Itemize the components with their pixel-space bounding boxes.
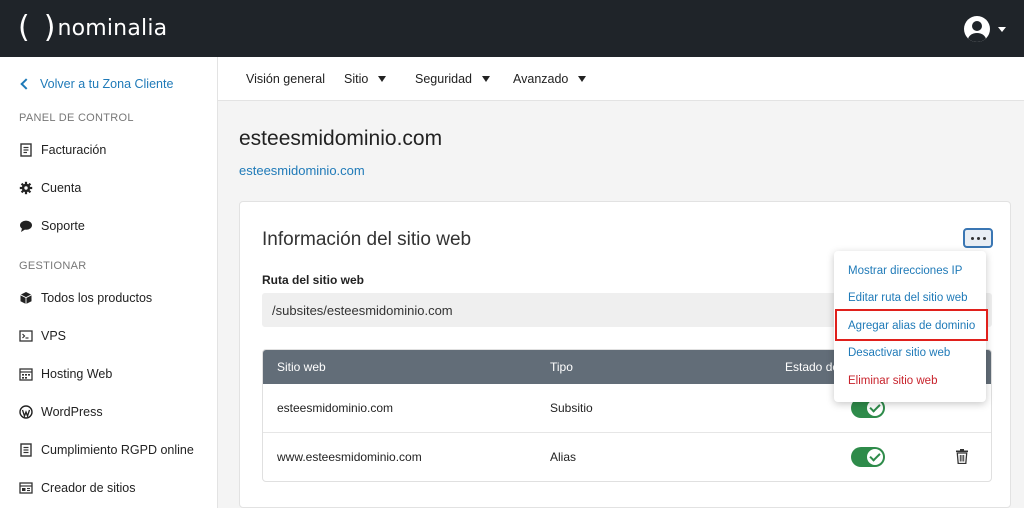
sidebar-item-wordpress[interactable]: WordPress [19, 405, 103, 419]
tab-label: Sitio [344, 72, 369, 86]
site-path-label: Ruta del sitio web [262, 273, 365, 287]
site-name-cell: www.esteesmidominio.com [277, 450, 422, 464]
sidebar-item-label: WordPress [41, 405, 103, 419]
tab-label: Avanzado [513, 72, 569, 86]
tab-label: Seguridad [415, 72, 472, 86]
chat-bubble-icon [20, 220, 32, 232]
sidebar-item-label: Cuenta [41, 181, 82, 195]
section-label-gestionar: GESTIONAR [19, 260, 87, 272]
dot-icon [982, 236, 986, 240]
column-header-estado: Estado de [785, 360, 840, 374]
tab-seguridad[interactable]: Seguridad [415, 72, 490, 86]
chevron-left-icon [20, 78, 32, 90]
sidebar-item-label: Cumplimiento RGPD online [41, 443, 194, 457]
check-icon [867, 449, 883, 465]
highlight-box [835, 309, 988, 341]
sidebar-item-label: Hosting Web [41, 367, 113, 381]
section-label-panel: PANEL DE CONTROL [19, 112, 134, 124]
menu-item-desactivar-sitio[interactable]: Desactivar sitio web [848, 347, 950, 359]
tab-label: Visión general [246, 72, 325, 86]
column-header-tipo: Tipo [550, 360, 573, 374]
invoice-icon [20, 143, 32, 157]
check-icon [867, 400, 883, 416]
terminal-icon [19, 330, 33, 342]
sidebar-item-hosting-web[interactable]: Hosting Web [19, 367, 112, 381]
wordpress-icon [19, 405, 33, 419]
tab-vision-general[interactable]: Visión general [246, 72, 325, 86]
site-builder-icon [19, 482, 33, 494]
dot-icon [970, 236, 974, 240]
site-type-cell: Subsitio [550, 401, 593, 415]
user-menu[interactable] [964, 16, 1006, 42]
user-avatar-icon[interactable] [964, 16, 990, 42]
back-to-client-zone-link[interactable]: Volver a tu Zona Cliente [20, 77, 173, 91]
sidebar-item-label: VPS [41, 329, 67, 343]
tab-sitio[interactable]: Sitio [344, 72, 387, 86]
caret-down-icon [482, 76, 490, 82]
tab-avanzado[interactable]: Avanzado [513, 72, 587, 86]
column-header-sitio-web: Sitio web [277, 360, 326, 374]
gear-icon [19, 181, 33, 195]
caret-down-icon[interactable] [998, 26, 1006, 32]
sidebar-item-label: Facturación [41, 143, 107, 157]
table-row: www.esteesmidominio.com Alias [263, 433, 991, 481]
document-icon [20, 443, 32, 457]
logo-paren-right: ) [43, 10, 56, 45]
logo-paren-left: ( [18, 10, 30, 45]
menu-item-editar-ruta[interactable]: Editar ruta del sitio web [848, 292, 968, 304]
sidebar-item-cuenta[interactable]: Cuenta [19, 181, 81, 195]
site-name-cell: esteesmidominio.com [277, 401, 394, 415]
caret-down-icon [578, 76, 587, 82]
more-options-menu: Mostrar direcciones IP Editar ruta del s… [834, 251, 988, 402]
sidebar-item-label: Todos los productos [41, 291, 153, 305]
sidebar-item-todos-los-productos[interactable]: Todos los productos [19, 291, 152, 305]
card-title: Información del sitio web [262, 229, 472, 250]
sidebar-item-facturacion[interactable]: Facturación [19, 143, 106, 157]
logo-brand: nominalia [57, 15, 168, 41]
menu-item-eliminar-sitio[interactable]: Eliminar sitio web [848, 375, 937, 387]
site-path-value: /subsites/esteesmidominio.com [272, 303, 453, 318]
boxes-icon [20, 292, 32, 304]
calendar-grid-icon [19, 368, 33, 381]
more-options-button[interactable] [963, 228, 993, 248]
dot-icon [976, 236, 980, 240]
sidebar-item-creador-de-sitios[interactable]: Creador de sitios [19, 481, 136, 495]
nominalia-logo[interactable]: ( ) nominalia [18, 12, 167, 44]
top-bar: ( ) nominalia [0, 0, 1024, 57]
sidebar-item-label: Creador de sitios [41, 481, 136, 495]
sidebar-item-vps[interactable]: VPS [19, 329, 66, 343]
domain-link[interactable]: esteesmidominio.com [239, 163, 365, 178]
sidebar-item-soporte[interactable]: Soporte [19, 219, 85, 233]
trash-icon[interactable] [956, 449, 968, 464]
sidebar-item-label: Soporte [41, 219, 85, 233]
sidebar: Volver a tu Zona Cliente PANEL DE CONTRO… [0, 57, 218, 508]
page-title: esteesmidominio.com [239, 127, 443, 150]
back-link-label: Volver a tu Zona Cliente [40, 77, 174, 91]
caret-down-icon [378, 76, 387, 82]
site-status-toggle[interactable] [851, 447, 885, 467]
sidebar-item-cumplimiento-rgpd[interactable]: Cumplimiento RGPD online [19, 443, 194, 457]
site-type-cell: Alias [550, 450, 577, 464]
top-tabs: Visión general Sitio Seguridad Avanzado [218, 57, 1024, 101]
menu-item-mostrar-direcciones-ip[interactable]: Mostrar direcciones IP [848, 265, 962, 277]
